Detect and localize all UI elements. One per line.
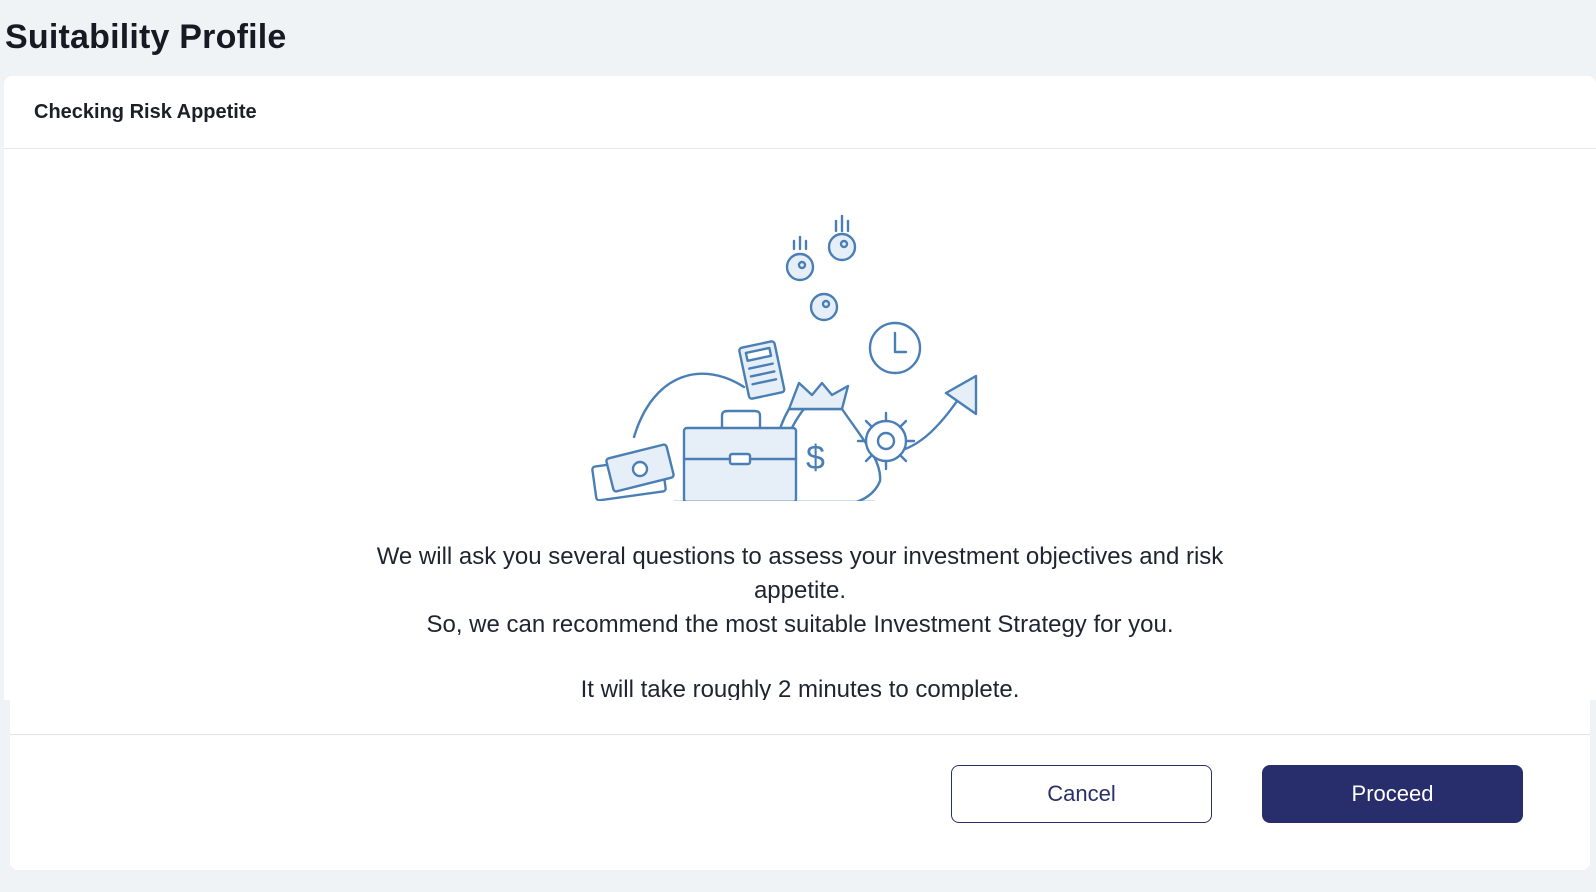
briefcase-icon <box>682 409 798 501</box>
proceed-button[interactable]: Proceed <box>1262 765 1523 823</box>
risk-appetite-card: Checking Risk Appetite $ We will ask you… <box>4 76 1596 700</box>
svg-text:$: $ <box>806 439 825 477</box>
card-footer: Cancel Proceed <box>10 700 1590 870</box>
coin-icon <box>809 292 839 322</box>
coin-icon <box>827 214 857 262</box>
coin-icon <box>785 235 815 282</box>
clock-icon <box>868 321 922 375</box>
calculator-icon <box>738 340 786 400</box>
banknote-icon <box>591 443 675 501</box>
page-title: Suitability Profile <box>5 18 287 56</box>
message-duration: It will take roughly 2 minutes to comple… <box>580 676 1020 700</box>
investment-moneybag-illustration: $ <box>591 214 978 501</box>
cancel-button[interactable]: Cancel <box>951 765 1212 823</box>
card-header: Checking Risk Appetite <box>4 76 1596 149</box>
footer-divider <box>10 734 1590 735</box>
message-purpose: So, we can recommend the most suitable I… <box>426 611 1174 638</box>
message-intro: We will ask you several questions to ass… <box>376 543 1224 604</box>
gear-icon <box>856 411 916 471</box>
card-header-title: Checking Risk Appetite <box>34 100 257 123</box>
